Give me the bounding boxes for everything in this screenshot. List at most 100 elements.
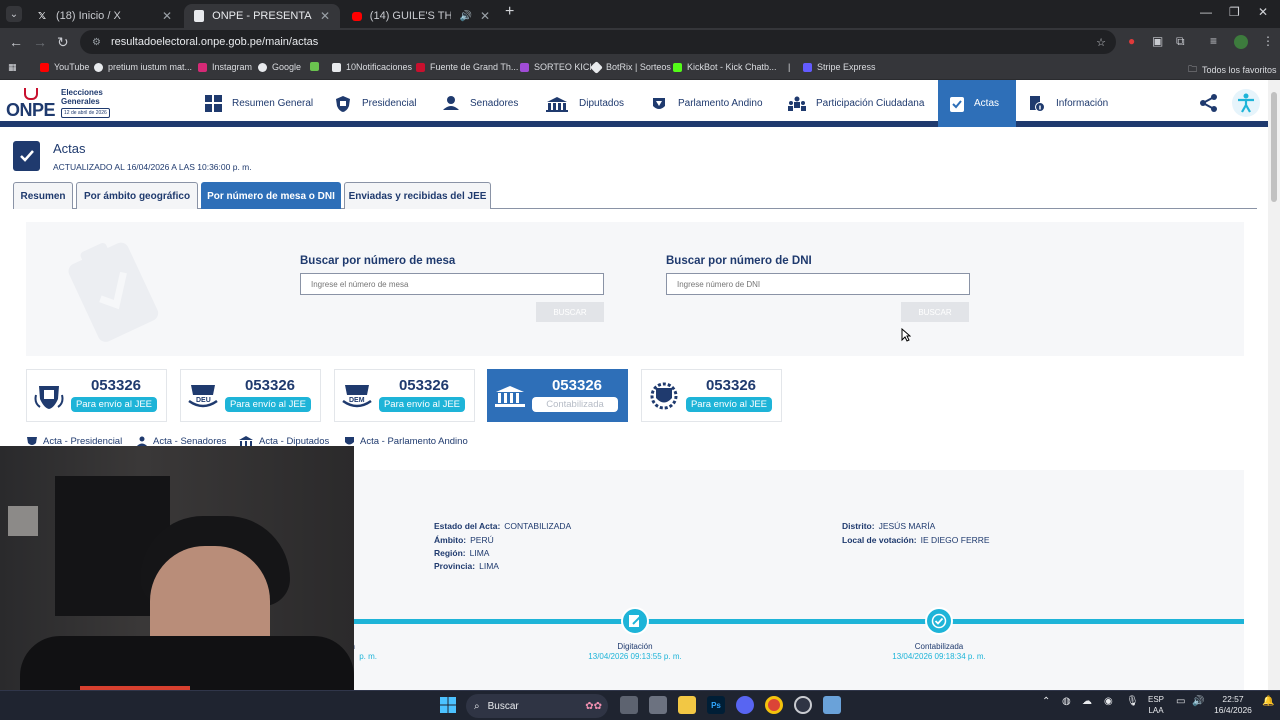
deu-icon: DEU [187,380,219,412]
browser-tabstrip: ⌄ 𝕏 (18) Inicio / X ✕ ONPE - PRESENTACIÓ… [0,0,1280,28]
page-scrollbar[interactable] [1268,80,1280,690]
menu-actas[interactable]: Actas [938,80,1016,127]
browser-tab-youtube[interactable]: (14) GUILE'S THEME - YouTu 🔊 ✕ [342,4,500,28]
dashboard-icon [204,95,222,113]
forward-icon[interactable]: → [33,34,47,50]
app-icon[interactable] [649,696,667,714]
audio-icon[interactable]: 🔊 [459,11,471,22]
tab-search-button[interactable]: ⌄ [6,6,22,22]
search-icon: ⌕ [474,700,480,712]
bookmark-youtube[interactable]: YouTube [40,62,89,72]
youtube-icon [352,11,362,21]
profile-avatar[interactable] [1234,35,1248,49]
network-icon[interactable]: ▭ [1176,696,1185,707]
acta-card-presidencial[interactable]: 053326 Para envío al JEE [26,369,167,422]
onpe-icon [194,10,205,22]
andean-parliament-icon [648,380,680,412]
bookmark-stripe[interactable]: Stripe Express [803,62,876,72]
tray-chevron-icon[interactable]: ⌃ [1042,696,1050,707]
step-label: Contabilizada [914,642,964,651]
bookmark-sorteo-kick[interactable]: SORTEO KICK [520,62,595,72]
menu-icon[interactable]: ⋮ [1262,34,1274,48]
bookmark-google[interactable]: Google [258,62,301,72]
menu-senadores[interactable]: Senadores [442,80,518,127]
taskbar-clock[interactable]: 22:57 16/4/2026 [1208,694,1258,716]
close-tab-icon[interactable]: ✕ [480,9,490,23]
tab-resumen[interactable]: Resumen [13,182,73,209]
bookmark-instagram[interactable]: Instagram [198,62,252,72]
calculator-icon[interactable] [823,696,841,714]
media-icon[interactable]: ≡ [1210,34,1217,48]
tab-enviadas-jee[interactable]: Enviadas y recibidas del JEE [344,182,491,209]
acta-card-diputados-dem[interactable]: DEM 053326 Para envío al JEE [334,369,475,422]
address-bar[interactable]: ⚙ resultadoelectoral.onpe.gob.pe/main/ac… [80,30,1116,54]
photoshop-icon[interactable]: Ps [707,696,725,714]
tray-app-icon[interactable]: ◍ [1062,696,1071,707]
acta-card-senadores[interactable]: DEU 053326 Para envío al JEE [180,369,321,422]
tab-ambito-geografico[interactable]: Por ámbito geográfico [76,182,198,209]
notification-icon[interactable]: 🔔 [1262,696,1274,707]
menu-diputados[interactable]: Diputados [545,80,624,127]
scrollbar-thumb[interactable] [1271,92,1277,202]
all-bookmarks[interactable]: 🗀 Todos los favoritos [1188,62,1277,78]
share-icon[interactable] [1199,93,1219,116]
obs-icon[interactable] [794,696,812,714]
minimize-icon[interactable]: — [1200,5,1212,19]
menu-participacion-ciudadana[interactable]: Participación Ciudadana [788,80,924,127]
status-badge: Para envío al JEE [379,397,465,412]
windows-start-icon[interactable] [440,697,456,713]
search-mesa-button[interactable]: BUSCAR [536,302,604,322]
bookmark-botrix[interactable]: BotRix | Sorteos [590,60,671,74]
apps-icon[interactable]: ▦ [8,62,17,73]
extension-icon[interactable]: ● [1128,34,1135,48]
bookmark-ext[interactable] [310,62,319,71]
discord-icon[interactable] [736,696,754,714]
acta-card-diputados[interactable]: 053326 Contabilizada [487,369,628,422]
status-badge: Para envío al JEE [686,397,772,412]
address-text: resultadoelectoral.onpe.gob.pe/main/acta… [110,36,319,48]
extension-icon[interactable]: ▣ [1152,34,1163,48]
tab-numero-mesa-dni[interactable]: Por número de mesa o DNI [201,182,341,209]
mouse-cursor-icon [901,328,911,342]
accessibility-icon[interactable] [1232,89,1260,117]
browser-tab-x[interactable]: 𝕏 (18) Inicio / X ✕ [26,4,182,28]
chrome-icon[interactable] [765,696,783,714]
folder-icon: 🗀 [1188,64,1198,74]
restore-icon[interactable]: ❐ [1229,5,1240,19]
acta-card-parlamento-andino[interactable]: 053326 Para envío al JEE [641,369,782,422]
menu-resumen-general[interactable]: Resumen General [204,80,313,127]
bookmark-kickbot[interactable]: KickBot - Kick Chatb... [673,62,777,72]
close-window-icon[interactable]: ✕ [1258,5,1268,19]
contabilizada-check-icon [925,607,953,635]
dni-number-input[interactable] [666,273,970,295]
actas-tabs: Resumen Por ámbito geográfico Por número… [13,182,1257,209]
menu-presidencial[interactable]: Presidencial [334,80,416,127]
close-tab-icon[interactable]: ✕ [162,9,172,23]
language-indicator[interactable]: ESP LAA [1148,694,1164,716]
bookmark-gta[interactable]: Fuente de Grand Th... [416,62,518,72]
tray-app-icon[interactable]: ◉ [1104,696,1113,707]
task-view-icon[interactable] [620,696,638,714]
onpe-logo[interactable]: ONPE Elecciones Generales 12 de abril de … [6,86,121,120]
menu-informacion[interactable]: Información [1028,80,1108,127]
local-votacion: Local de votación: IE DIEGO FERRE [842,535,990,545]
close-tab-icon[interactable]: ✕ [320,9,330,23]
new-tab-button[interactable]: + [505,3,514,21]
extensions-puzzle-icon[interactable]: ⧉ [1176,34,1185,49]
search-dni-button[interactable]: BUSCAR [901,302,969,322]
taskbar-search[interactable]: ⌕ Buscar ✿✿ [466,694,608,718]
site-info-icon[interactable]: ⚙ [92,37,101,48]
bookmark-star-icon[interactable]: ☆ [1096,36,1106,49]
back-icon[interactable]: ← [9,34,23,50]
tray-cloud-icon[interactable]: ☁ [1082,696,1092,707]
file-explorer-icon[interactable] [678,696,696,714]
congress-building-icon [494,380,526,412]
mesa-number-input[interactable] [300,273,604,295]
menu-parlamento-andino[interactable]: Parlamento Andino [650,80,763,127]
browser-tab-onpe[interactable]: ONPE - PRESENTACIÓN DE RES ✕ [184,4,340,28]
volume-icon[interactable]: 🔊 [1192,696,1204,707]
reload-icon[interactable]: ↻ [57,34,69,51]
bookmark-notifications[interactable]: 10Notificaciones [332,62,412,72]
microphone-icon[interactable]: 🎙 [1126,696,1139,707]
bookmark-pretium[interactable]: pretium iustum mat... [94,62,192,72]
